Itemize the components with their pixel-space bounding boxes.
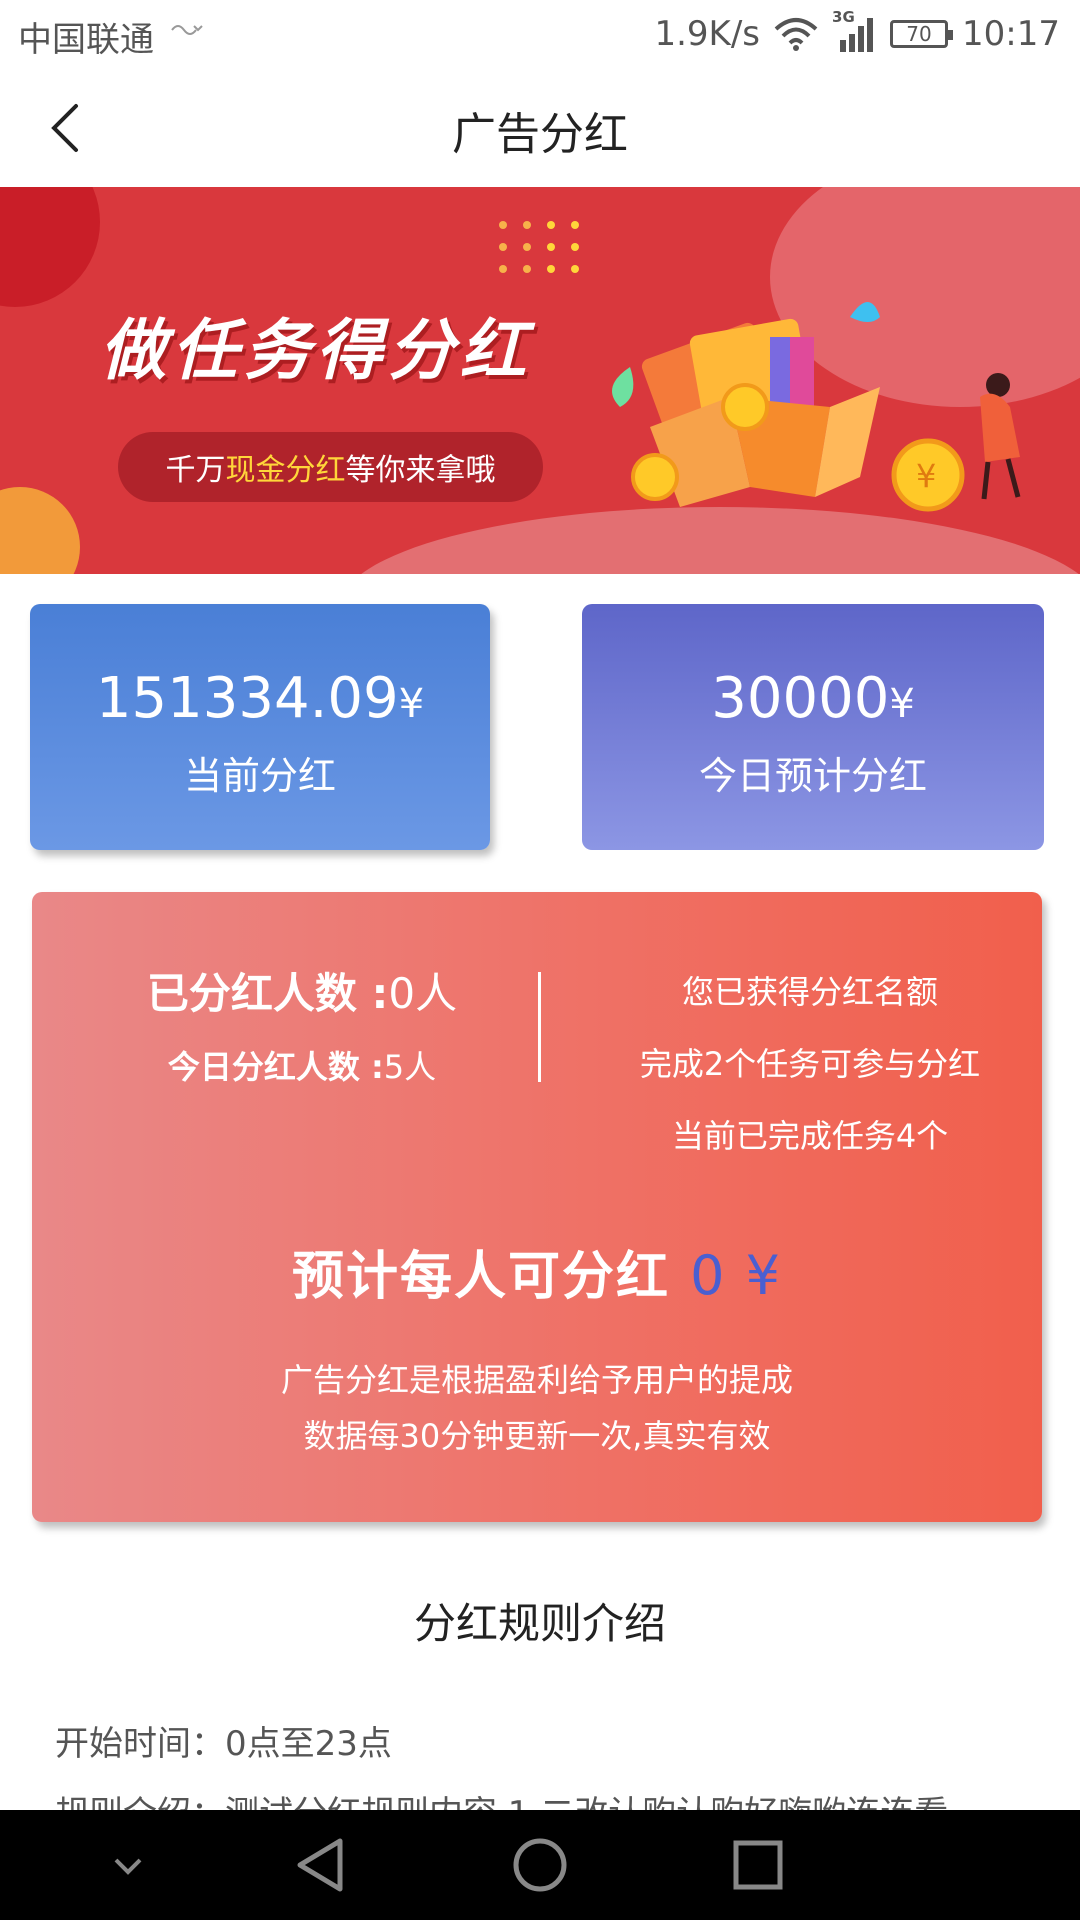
status-line: 您已获得分红名额 [681,973,938,1011]
today-estimate-value: 30000¥ [582,666,1044,731]
hd-signal-icon [171,25,203,35]
today-estimate-label: 今日预计分红 [698,754,927,798]
cell-signal-icon: 3G [832,8,876,54]
paid-count-value: 0人 [388,969,458,1018]
per-person-value: 0 ¥ [690,1244,782,1307]
today-estimate-amount: 30000 [711,666,890,731]
banner-subtitle: 千万 现金分红 等你来拿哦 [118,432,543,502]
banner-subtitle-highlight: 现金分红 [225,453,346,488]
per-person-label: 预计每人可分红 [292,1247,671,1307]
page-title: 广告分红 [452,109,628,160]
clock: 10:17 [962,14,1060,54]
description-line: 广告分红是根据盈利给予用户的提成 [280,1361,793,1399]
today-count-value: 5人 [383,1048,437,1086]
paid-count: 已分红人数 :0人 [32,960,572,1021]
carrier-name: 中国联通 [18,20,154,60]
paid-count-label: 已分红人数 : [146,969,389,1018]
banner-title: 做任务得分红 [100,312,532,389]
dividend-info-card: 已分红人数 :0人 今日分红人数 :5人 您已获得分红名额 完成2个任务可参与分… [32,892,1042,1522]
gift-box-illustration: ¥ [612,302,1021,512]
promo-banner: 做任务得分红 千万 现金分红 等你来拿哦 ¥ [0,187,1080,574]
back-triangle-icon[interactable] [290,1835,350,1895]
chevron-down-icon[interactable] [108,1852,148,1882]
description-line: 数据每30分钟更新一次,真实有效 [303,1417,771,1455]
current-dividend-label: 当前分红 [183,754,336,798]
banner-subtitle-prefix: 千万 [165,453,226,488]
net-speed: 1.9K/s [654,14,761,54]
rules-title: 分红规则介绍 [413,1599,666,1648]
home-circle-icon[interactable] [510,1835,570,1895]
current-dividend-unit: ¥ [398,681,425,727]
dots-decoration [499,221,579,273]
svg-text:¥: ¥ [916,457,936,495]
status-bar: 中国联通 1.9K/s 3G 70 10:17 [0,0,1080,68]
system-nav-bar [0,1810,1080,1920]
today-estimate-card: 30000¥ 今日预计分红 [582,604,1044,850]
today-count: 今日分红人数 :5人 [32,1042,572,1088]
wifi-icon [774,18,818,51]
banner-blob-left [0,187,100,307]
status-line: 完成2个任务可参与分红 [639,1045,981,1083]
vertical-divider [538,972,541,1082]
today-count-label: 今日分红人数 : [167,1048,384,1086]
battery-level: 70 [906,22,932,46]
current-dividend-value: 151334.09¥ [30,666,490,731]
dividend-description: 广告分红是根据盈利给予用户的提成 数据每30分钟更新一次,真实有效 [32,1352,1042,1464]
nav-bar: 广告分红 [0,68,1080,188]
banner-subtitle-suffix: 等你来拿哦 [345,453,496,488]
rule-start-time: 开始时间：0点至23点 [55,1724,392,1764]
banner-coin-left [0,487,80,574]
status-line: 当前已完成任务4个 [671,1117,949,1155]
current-dividend-amount: 151334.09 [95,666,399,731]
current-dividend-card: 151334.09¥ 当前分红 [30,604,490,850]
per-person-estimate: 预计每人可分红 0 ¥ [32,1234,1042,1309]
battery-icon: 70 [890,20,954,48]
recents-square-icon[interactable] [728,1835,788,1895]
qualification-status: 您已获得分红名额 完成2个任务可参与分红 当前已完成任务4个 [552,956,1068,1172]
today-estimate-unit: ¥ [889,681,915,727]
